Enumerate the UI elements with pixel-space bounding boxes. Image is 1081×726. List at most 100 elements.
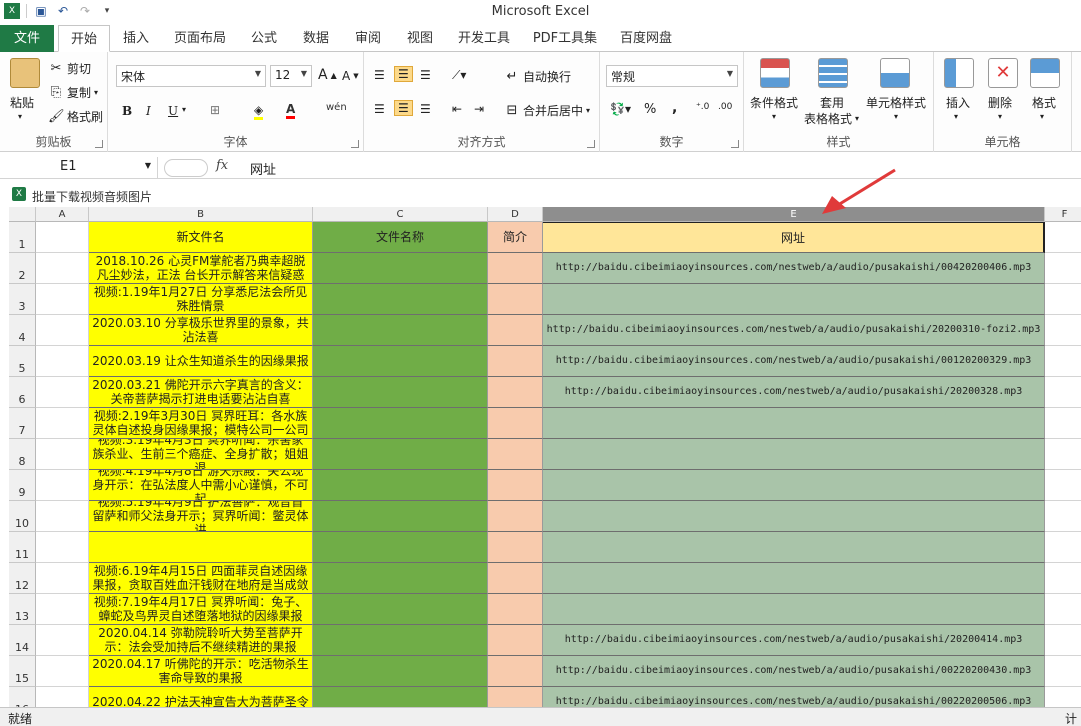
cell-a[interactable] <box>36 470 89 501</box>
font-color-icon[interactable]: A <box>286 102 296 119</box>
border-icon[interactable]: ⊞ <box>210 103 220 117</box>
cell-d[interactable] <box>488 408 543 439</box>
cell-c[interactable] <box>313 594 488 625</box>
cell-f[interactable] <box>1045 284 1081 315</box>
align-bottom-icon[interactable]: ☰ <box>420 68 431 82</box>
name-box[interactable]: E1 ▼ <box>10 157 158 179</box>
row-header[interactable]: 8 <box>9 439 36 470</box>
cell-c[interactable] <box>313 439 488 470</box>
cell-f[interactable] <box>1045 470 1081 501</box>
workbook-title[interactable]: 批量下载视频音频图片 <box>32 188 152 205</box>
row-header[interactable]: 10 <box>9 501 36 532</box>
cell-f[interactable] <box>1045 377 1081 408</box>
percent-button[interactable]: % <box>644 102 656 117</box>
shrink-font-icon[interactable]: A ▼ <box>342 69 359 83</box>
delete-button[interactable]: 删除 <box>988 94 1012 111</box>
cell-c[interactable] <box>313 563 488 594</box>
alignment-launcher-icon[interactable] <box>587 140 595 148</box>
format-as-table-button[interactable]: 套用 <box>820 94 844 111</box>
cell-b[interactable] <box>89 532 313 563</box>
cell-a[interactable] <box>36 408 89 439</box>
cell-e[interactable] <box>543 284 1045 315</box>
insert-dropdown-icon[interactable]: ▾ <box>954 112 958 121</box>
format-as-table-button-2[interactable]: 表格格式 ▾ <box>804 110 859 127</box>
cell-f[interactable] <box>1045 408 1081 439</box>
align-top-icon[interactable]: ☰ <box>374 68 385 82</box>
cell-e[interactable] <box>543 439 1045 470</box>
cell-e[interactable] <box>543 532 1045 563</box>
cell-a[interactable] <box>36 284 89 315</box>
cell-d[interactable] <box>488 563 543 594</box>
cell-b[interactable]: 视频:3.19年4月3日 冥界听闻：杀害家族杀业、生前三个癌症、全身扩散；姐姐退 <box>89 439 313 470</box>
cell-a[interactable] <box>36 532 89 563</box>
cell-f[interactable] <box>1045 563 1081 594</box>
comma-style-button[interactable]: , <box>672 100 677 116</box>
cell-e[interactable] <box>543 594 1045 625</box>
cell-e[interactable] <box>543 501 1045 532</box>
cell-styles-dropdown-icon[interactable]: ▾ <box>894 112 898 121</box>
row-header[interactable]: 11 <box>9 532 36 563</box>
cell-a[interactable] <box>36 594 89 625</box>
paste-button[interactable]: 粘贴 <box>10 94 34 111</box>
column-header-c[interactable]: C <box>313 207 488 222</box>
cell-e[interactable]: http://baidu.cibeimiaoyinsources.com/nes… <box>543 625 1045 656</box>
tab-home[interactable]: 开始 <box>58 25 110 52</box>
cell-b[interactable]: 2020.03.21 佛陀开示六字真言的含义：关帝菩萨揭示打进电话要沾沾自喜 <box>89 377 313 408</box>
underline-dropdown-icon[interactable]: ▾ <box>182 105 186 114</box>
cell-d[interactable] <box>488 532 543 563</box>
header-cell-e[interactable]: 网址 <box>543 222 1045 253</box>
cell-d[interactable] <box>488 501 543 532</box>
tab-formulas[interactable]: 公式 <box>246 25 282 52</box>
cell-b[interactable]: 2020.04.22 护法天神宣告大为菩萨圣令 <box>89 687 313 707</box>
cell-c[interactable] <box>313 284 488 315</box>
cell-e[interactable]: http://baidu.cibeimiaoyinsources.com/nes… <box>543 253 1045 284</box>
row-header[interactable]: 9 <box>9 470 36 501</box>
phonetic-guide-button[interactable]: wén <box>326 102 347 113</box>
insert-button[interactable]: 插入 <box>946 94 970 111</box>
conditional-format-button[interactable]: 条件格式 <box>750 94 798 111</box>
cell-d[interactable] <box>488 377 543 408</box>
cell-c[interactable] <box>313 346 488 377</box>
align-center-icon[interactable]: ☰ <box>394 100 413 116</box>
delete-dropdown-icon[interactable]: ▾ <box>998 112 1002 121</box>
decrease-decimal-icon[interactable]: .00 <box>718 102 732 112</box>
cell-b[interactable]: 2018.10.26 心灵FM掌舵者乃典幸超脱凡尘妙法，正法 台长开示解答来信疑… <box>89 253 313 284</box>
cell-d[interactable] <box>488 439 543 470</box>
font-launcher-icon[interactable] <box>351 140 359 148</box>
paste-dropdown-icon[interactable]: ▾ <box>18 112 22 121</box>
row-header[interactable]: 1 <box>9 222 36 253</box>
cell-f[interactable] <box>1045 594 1081 625</box>
cell-f[interactable] <box>1045 625 1081 656</box>
cell-f[interactable] <box>1045 315 1081 346</box>
row-header[interactable]: 13 <box>9 594 36 625</box>
cell-d[interactable] <box>488 284 543 315</box>
column-header-d[interactable]: D <box>488 207 543 222</box>
accounting-format-icon[interactable]: 💱▾ <box>610 102 631 116</box>
cell-b[interactable]: 2020.04.14 弥勒院聆听大势至菩萨开示：法会受加持后不继续精进的果报 <box>89 625 313 656</box>
cell-a[interactable] <box>36 315 89 346</box>
tab-review[interactable]: 审阅 <box>350 25 386 52</box>
underline-button[interactable]: U <box>168 104 178 118</box>
cell-e[interactable] <box>543 470 1045 501</box>
column-header-a[interactable]: A <box>36 207 89 222</box>
cell-e[interactable]: http://baidu.cibeimiaoyinsources.com/nes… <box>543 377 1045 408</box>
cell-a[interactable] <box>36 656 89 687</box>
format-button[interactable]: 格式 <box>1032 94 1056 111</box>
row-header[interactable]: 12 <box>9 563 36 594</box>
paste-icon[interactable] <box>10 58 40 88</box>
number-format-combo[interactable]: 常规 ▼ <box>606 65 738 87</box>
cell-c[interactable] <box>313 253 488 284</box>
cell-f[interactable] <box>1045 656 1081 687</box>
grow-font-icon[interactable]: A ▲ <box>318 67 337 83</box>
tab-file[interactable]: 文件 <box>0 25 54 52</box>
cell-b[interactable]: 视频:7.19年4月17日 冥界听闻：兔子、蟑蛇及鸟畀灵自述堕落地狱的因缘果报 <box>89 594 313 625</box>
copy-button[interactable]: ⎘ 复制 ▾ <box>48 84 98 101</box>
decrease-indent-icon[interactable]: ⇤ <box>452 102 462 116</box>
cell-e[interactable]: http://baidu.cibeimiaoyinsources.com/nes… <box>543 687 1045 707</box>
row-header[interactable]: 7 <box>9 408 36 439</box>
cell-b[interactable]: 2020.03.19 让众生知道杀生的因缘果报 <box>89 346 313 377</box>
cell-a[interactable] <box>36 253 89 284</box>
tab-baidu-netdisk[interactable]: 百度网盘 <box>616 25 676 52</box>
cell-a[interactable] <box>36 563 89 594</box>
header-cell-f[interactable] <box>1045 222 1081 253</box>
